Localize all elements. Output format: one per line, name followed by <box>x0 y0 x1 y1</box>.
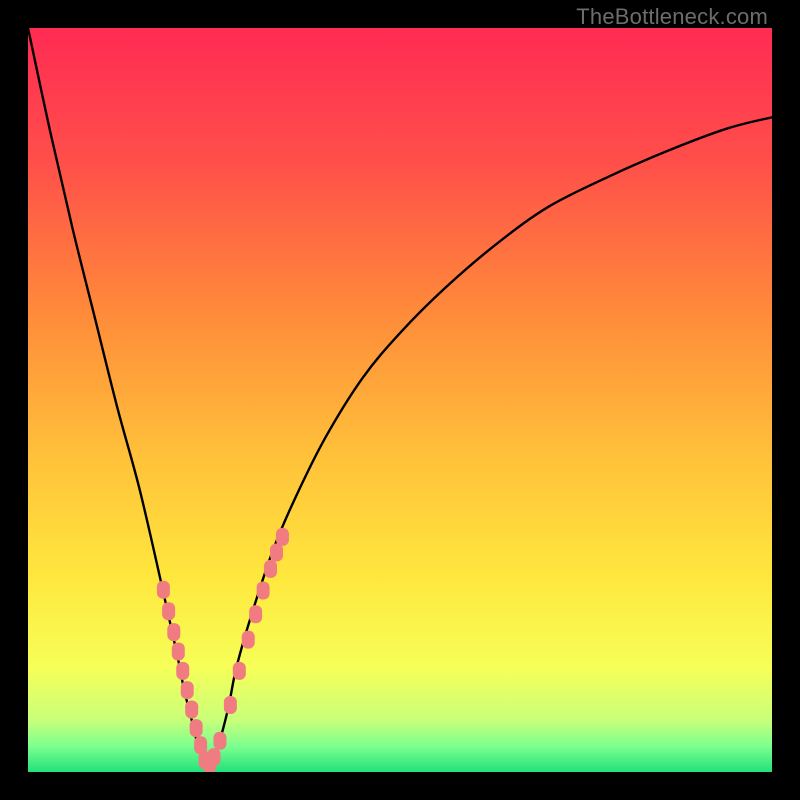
marker <box>167 623 180 641</box>
marker <box>190 719 203 737</box>
marker <box>233 662 246 680</box>
marker <box>270 544 283 562</box>
marker <box>213 732 226 750</box>
marker <box>264 560 277 578</box>
marker <box>249 605 262 623</box>
marker <box>162 602 175 620</box>
marker <box>157 581 170 599</box>
marker <box>242 631 255 649</box>
plot-area <box>28 28 772 772</box>
marker <box>208 748 221 766</box>
marker <box>224 696 237 714</box>
marker <box>276 528 289 546</box>
chart-svg <box>28 28 772 772</box>
marker <box>176 662 189 680</box>
marker <box>172 642 185 660</box>
marker <box>181 681 194 699</box>
marker <box>257 581 270 599</box>
watermark-text: TheBottleneck.com <box>576 4 768 30</box>
gradient-background <box>28 28 772 772</box>
chart-frame: TheBottleneck.com <box>0 0 800 800</box>
marker <box>185 701 198 719</box>
